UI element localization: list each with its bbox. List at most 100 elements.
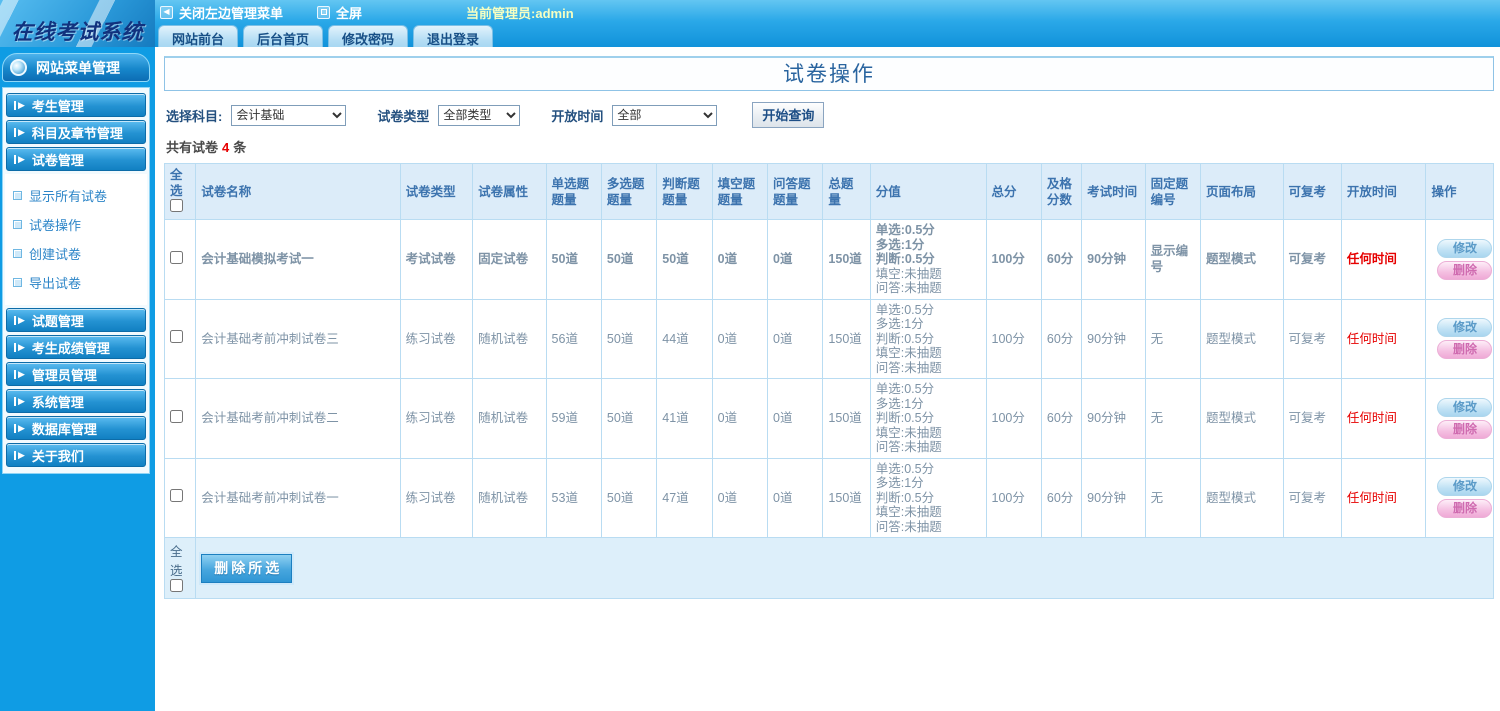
play-icon: ▶ xyxy=(14,369,25,379)
edit-button[interactable]: 修改 xyxy=(1437,477,1493,497)
row-checkbox[interactable] xyxy=(170,250,183,264)
delete-selected-button[interactable]: 删除所选 xyxy=(199,551,295,585)
subject-select[interactable]: 会计基础 xyxy=(231,104,347,126)
col-paper-type: 试卷类型 xyxy=(399,163,474,220)
sidebar-item-about-us[interactable]: ▶ 关于我们 xyxy=(6,443,146,467)
open-time: 任何时间 xyxy=(1340,298,1427,379)
delete-button[interactable]: 删除 xyxy=(1437,419,1493,439)
score-values: 单选:0.5分 多选:1分 判断:0.5分 填空:未抽题 问答:未抽题 xyxy=(869,298,987,379)
col-total-score: 总分 xyxy=(985,163,1042,220)
main-content: 试卷操作 选择科目: 会计基础 试卷类型 全部类型 开放时间 全部 开始查询 共… xyxy=(155,47,1500,711)
row-checkbox[interactable] xyxy=(170,330,183,344)
submenu-paper-operations[interactable]: 试卷操作 xyxy=(11,210,144,239)
score-line: 填空:未抽题 xyxy=(875,266,942,281)
play-icon: ▶ xyxy=(14,315,25,325)
submenu-create-paper[interactable]: 创建试卷 xyxy=(11,239,144,268)
col-blank-count: 填空题题量 xyxy=(711,163,769,220)
judge-count: 44道 xyxy=(656,298,713,379)
paper-type-select[interactable]: 全部类型 xyxy=(438,104,521,126)
row-checkbox[interactable] xyxy=(170,489,183,503)
multi-count: 50道 xyxy=(600,219,658,300)
delete-button[interactable]: 删除 xyxy=(1437,499,1493,519)
sidebar-item-exam-paper-management[interactable]: ▶ 试卷管理 xyxy=(6,147,146,171)
page-layout: 题型模式 xyxy=(1199,219,1284,300)
type-filter-label: 试卷类型 xyxy=(377,108,430,124)
select-all-label: 全选 xyxy=(170,168,183,198)
query-button[interactable]: 开始查询 xyxy=(752,102,825,128)
edit-button[interactable]: 修改 xyxy=(1437,318,1493,338)
retake: 可复考 xyxy=(1282,219,1342,300)
sidebar-item-examinee-management[interactable]: ▶ 考生管理 xyxy=(6,93,146,117)
fullscreen-toggle[interactable]: 全屏 xyxy=(317,3,362,22)
submenu-label: 显示所有试卷 xyxy=(29,189,108,204)
edit-button[interactable]: 修改 xyxy=(1437,397,1493,417)
subject-filter-label: 选择科目: xyxy=(166,108,223,124)
footer-select-all-cell: 全选 xyxy=(163,537,197,599)
col-actions: 操作 xyxy=(1425,163,1494,220)
score-line: 判断:0.5分 xyxy=(875,252,935,266)
sidebar-item-subject-chapter-management[interactable]: ▶ 科目及章节管理 xyxy=(6,120,146,144)
col-select-all: 全选 xyxy=(163,163,197,220)
total-score: 100分 xyxy=(985,457,1042,538)
total-count: 150道 xyxy=(822,457,871,538)
total-score: 100分 xyxy=(985,219,1042,300)
count-prefix: 共有试卷 xyxy=(166,140,219,155)
judge-count: 47道 xyxy=(656,457,713,538)
col-fixed-number: 固定题编号 xyxy=(1144,163,1201,220)
logo-text: 在线考试系统 xyxy=(11,19,144,44)
top-header: ◀ 关闭左边管理菜单 全屏 当前管理员:admin 网站前台 后台首页 修改密码… xyxy=(0,0,1500,52)
open-time-select[interactable]: 全部 xyxy=(612,104,718,126)
exam-time: 90分钟 xyxy=(1081,298,1146,379)
play-icon: ▶ xyxy=(14,342,25,352)
col-qa-count: 问答题题量 xyxy=(767,163,824,220)
total-count: 150道 xyxy=(822,378,871,459)
paper-attribute: 随机试卷 xyxy=(472,457,547,538)
score-values: 单选:0.5分 多选:1分 判断:0.5分 填空:未抽题 问答:未抽题 xyxy=(869,378,987,459)
score-line: 单选:0.5分 xyxy=(875,382,935,396)
exam-paper-submenu: 显示所有试卷 试卷操作 创建试卷 导出试卷 xyxy=(5,174,147,305)
paper-name: 会计基础考前冲刺试卷一 xyxy=(195,457,401,538)
count-suffix: 条 xyxy=(233,140,247,155)
submenu-show-all-papers[interactable]: 显示所有试卷 xyxy=(11,181,144,210)
judge-count: 50道 xyxy=(656,219,713,300)
paper-name: 会计基础考前冲刺试卷三 xyxy=(195,298,401,379)
pass-score: 60分 xyxy=(1040,298,1083,379)
single-count: 50道 xyxy=(545,219,602,300)
result-count: 共有试卷 4 条 xyxy=(166,137,1494,156)
retake: 可复考 xyxy=(1282,457,1342,538)
page-title: 试卷操作 xyxy=(164,56,1494,91)
submenu-export-paper[interactable]: 导出试卷 xyxy=(11,268,144,297)
row-checkbox xyxy=(163,457,197,538)
total-score: 100分 xyxy=(985,378,1042,459)
sidebar-item-label: 关于我们 xyxy=(31,448,84,464)
score-line: 单选:0.5分 xyxy=(875,461,935,476)
sidebar-item-admin-management[interactable]: ▶ 管理员管理 xyxy=(6,362,146,386)
page-layout: 题型模式 xyxy=(1199,457,1284,538)
edit-button[interactable]: 修改 xyxy=(1437,238,1493,258)
qa-count: 0道 xyxy=(767,457,824,538)
open-time: 任何时间 xyxy=(1340,378,1427,459)
pass-score: 60分 xyxy=(1040,378,1083,459)
close-menu-label: 关闭左边管理菜单 xyxy=(179,5,284,21)
col-paper-attribute: 试卷属性 xyxy=(472,163,547,220)
blank-count: 0道 xyxy=(711,378,769,459)
sidebar-item-question-management[interactable]: ▶ 试题管理 xyxy=(6,308,146,332)
score-line: 问答:未抽题 xyxy=(875,519,942,534)
delete-button[interactable]: 删除 xyxy=(1437,340,1493,360)
sidebar-item-system-management[interactable]: ▶ 系统管理 xyxy=(6,389,146,413)
delete-button[interactable]: 删除 xyxy=(1437,260,1493,280)
sidebar-item-score-management[interactable]: ▶ 考生成绩管理 xyxy=(6,335,146,359)
sidebar-item-label: 考生管理 xyxy=(31,98,84,114)
multi-count: 50道 xyxy=(600,298,658,379)
row-checkbox[interactable] xyxy=(170,409,183,423)
footer-select-all-checkbox[interactable] xyxy=(170,579,183,592)
close-left-menu[interactable]: ◀ 关闭左边管理菜单 xyxy=(160,3,283,22)
pass-score: 60分 xyxy=(1040,219,1083,300)
single-count: 56道 xyxy=(545,298,602,379)
retake: 可复考 xyxy=(1282,378,1342,459)
paper-attribute: 固定试卷 xyxy=(472,219,547,300)
square-bullet-icon xyxy=(13,249,22,258)
sidebar-item-database-management[interactable]: ▶ 数据库管理 xyxy=(6,416,146,440)
paper-attribute: 随机试卷 xyxy=(472,298,547,379)
select-all-checkbox[interactable] xyxy=(170,199,183,212)
